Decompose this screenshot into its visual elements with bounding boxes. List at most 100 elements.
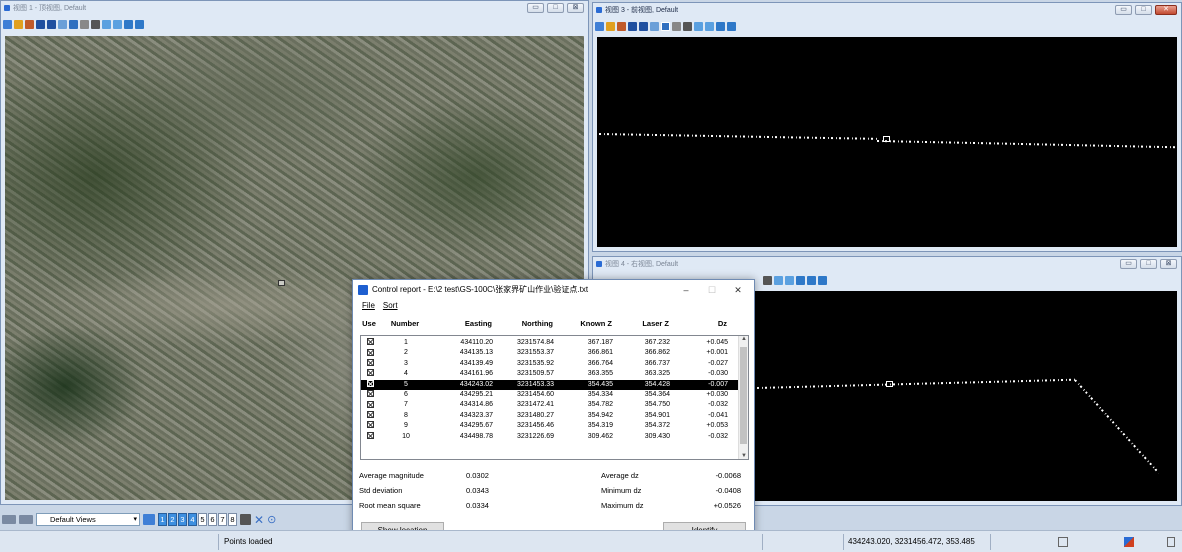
view-attributes-icon[interactable] <box>595 21 604 31</box>
use-checkbox[interactable] <box>361 338 382 348</box>
col-dz[interactable]: Dz <box>669 316 729 332</box>
checkbox-checked-icon[interactable] <box>366 400 374 408</box>
dialog-titlebar[interactable]: Control report - E:\2 test\GS-100C\张家界矿山… <box>353 280 754 300</box>
col-laser-z[interactable]: Laser Z <box>612 316 669 332</box>
table-row[interactable]: 2 434135.13 3231553.37 366.861 366.862 +0.001 <box>361 348 748 358</box>
checkbox-checked-icon[interactable] <box>366 379 374 387</box>
window-area-icon[interactable] <box>650 21 659 31</box>
view-windows-icon[interactable] <box>143 514 155 525</box>
view-4-titlebar[interactable]: 视图 4 - 右视图, Default <box>593 257 1181 272</box>
pan-view-icon[interactable] <box>683 21 692 31</box>
col-use[interactable]: Use <box>357 316 381 332</box>
use-checkbox[interactable] <box>361 348 382 358</box>
use-checkbox[interactable] <box>361 369 382 379</box>
view-button-5[interactable]: 5 <box>198 513 207 526</box>
view-toggle-icon[interactable] <box>2 515 16 524</box>
view-previous-icon[interactable] <box>694 21 703 31</box>
menu-sort[interactable]: Sort <box>383 300 398 312</box>
control-points-list[interactable]: 1 434110.20 3231574.84 367.187 367.232 +0.045… <box>360 335 749 460</box>
view-3-close-button[interactable]: ✕ <box>1155 5 1177 15</box>
use-checkbox[interactable] <box>361 410 382 421</box>
tools-icon[interactable] <box>1124 537 1134 547</box>
lock-icon[interactable] <box>1058 537 1068 547</box>
view-4-minimize-button[interactable]: ▭ <box>1120 259 1137 269</box>
table-row[interactable]: 3 434139.49 3231535.92 366.764 366.737 -0.027 <box>361 358 748 369</box>
fit-view-icon[interactable] <box>69 19 78 29</box>
list-scrollbar[interactable]: ▲ ▼ <box>738 336 748 459</box>
col-northing[interactable]: Northing <box>492 316 553 332</box>
zoom-out-icon[interactable] <box>47 19 56 29</box>
view-button-8[interactable]: 8 <box>228 513 237 526</box>
table-row[interactable]: 7 434314.86 3231472.41 354.782 354.750 -0.032 <box>361 400 748 410</box>
view-button-6[interactable]: 6 <box>208 513 217 526</box>
lighting-icon[interactable] <box>617 21 626 31</box>
message-icon[interactable] <box>1167 537 1175 547</box>
col-number[interactable]: Number <box>381 316 429 332</box>
view-attributes-icon[interactable] <box>3 19 12 29</box>
checkbox-checked-icon[interactable] <box>366 348 374 356</box>
display-style-icon[interactable] <box>14 19 23 29</box>
view-settings-icon[interactable] <box>807 275 816 285</box>
col-easting[interactable]: Easting <box>429 316 492 332</box>
view-1-titlebar[interactable]: 视图 1 - 顶视图, Default <box>1 1 588 16</box>
checkbox-checked-icon[interactable] <box>366 431 374 439</box>
dialog-maximize-button[interactable]: ☐ <box>702 280 722 300</box>
view-1-minimize-button[interactable]: ▭ <box>527 3 544 13</box>
rotate-view-icon[interactable] <box>80 19 89 29</box>
menu-file[interactable]: File <box>362 300 375 312</box>
dialog-close-button[interactable]: ✕ <box>728 280 748 300</box>
copy-view-icon[interactable] <box>796 275 805 285</box>
view-3-minimize-button[interactable]: ▭ <box>1115 5 1132 15</box>
scroll-thumb[interactable] <box>740 347 747 444</box>
zoom-in-icon[interactable] <box>36 19 45 29</box>
zoom-in-icon[interactable] <box>628 21 637 31</box>
table-row[interactable]: 5 434243.02 3231453.33 354.435 354.428 -0.007 <box>361 379 748 390</box>
pan-view-icon[interactable] <box>91 19 100 29</box>
copy-view-icon[interactable] <box>124 19 133 29</box>
use-checkbox[interactable] <box>361 358 382 369</box>
checkbox-checked-icon[interactable] <box>366 390 374 398</box>
table-row[interactable]: 9 434295.67 3231456.46 354.319 354.372 +0.053 <box>361 421 748 431</box>
use-checkbox[interactable] <box>361 421 382 431</box>
rotate-view-icon[interactable] <box>672 21 681 31</box>
use-checkbox[interactable] <box>361 379 382 390</box>
view-previous-icon[interactable] <box>774 275 783 285</box>
view-groups-icon[interactable] <box>818 275 827 285</box>
view-3-maximize-button[interactable]: □ <box>1135 5 1152 15</box>
pan-view-icon[interactable] <box>763 275 772 285</box>
view-settings-icon[interactable] <box>135 19 144 29</box>
snap-icon[interactable]: ⊙ <box>267 513 276 526</box>
view-button-7[interactable]: 7 <box>218 513 227 526</box>
fence-icon[interactable] <box>240 514 251 525</box>
front-view-canvas[interactable] <box>597 37 1177 247</box>
scroll-up-arrow-icon[interactable]: ▲ <box>739 336 748 342</box>
zoom-out-icon[interactable] <box>639 21 648 31</box>
view-button-1[interactable]: 1 <box>158 513 167 526</box>
view-4-close-button[interactable]: ⊠ <box>1160 259 1177 269</box>
lighting-icon[interactable] <box>25 19 34 29</box>
default-views-select[interactable]: Default Views <box>36 513 140 526</box>
view-previous-icon[interactable] <box>102 19 111 29</box>
view-button-2[interactable]: 2 <box>168 513 177 526</box>
checkbox-checked-icon[interactable] <box>366 369 374 377</box>
col-known-z[interactable]: Known Z <box>553 316 612 332</box>
view-button-3[interactable]: 3 <box>178 513 187 526</box>
view-4-maximize-button[interactable]: □ <box>1140 259 1157 269</box>
table-row[interactable]: 4 434161.96 3231509.57 363.355 363.325 -0.030 <box>361 369 748 379</box>
scroll-down-arrow-icon[interactable]: ▼ <box>739 453 748 459</box>
view-next-icon[interactable] <box>785 275 794 285</box>
checkbox-checked-icon[interactable] <box>366 358 374 366</box>
layer-icon[interactable] <box>19 515 33 524</box>
fit-view-icon[interactable] <box>661 21 670 31</box>
view-settings-icon[interactable] <box>727 21 736 31</box>
table-row[interactable]: 10 434498.78 3231226.69 309.462 309.430 -0.03… <box>361 431 748 442</box>
use-checkbox[interactable] <box>361 431 382 442</box>
table-row[interactable]: 6 434295.21 3231454.60 354.334 354.364 +0.030 <box>361 390 748 400</box>
clear-icon[interactable]: ✕ <box>254 513 264 527</box>
view-3-titlebar[interactable]: 视图 3 - 前视图, Default <box>593 3 1181 18</box>
use-checkbox[interactable] <box>361 400 382 410</box>
view-1-maximize-button[interactable]: □ <box>547 3 564 13</box>
table-row[interactable]: 1 434110.20 3231574.84 367.187 367.232 +0.045 <box>361 338 748 348</box>
copy-view-icon[interactable] <box>716 21 725 31</box>
view-button-4[interactable]: 4 <box>188 513 197 526</box>
